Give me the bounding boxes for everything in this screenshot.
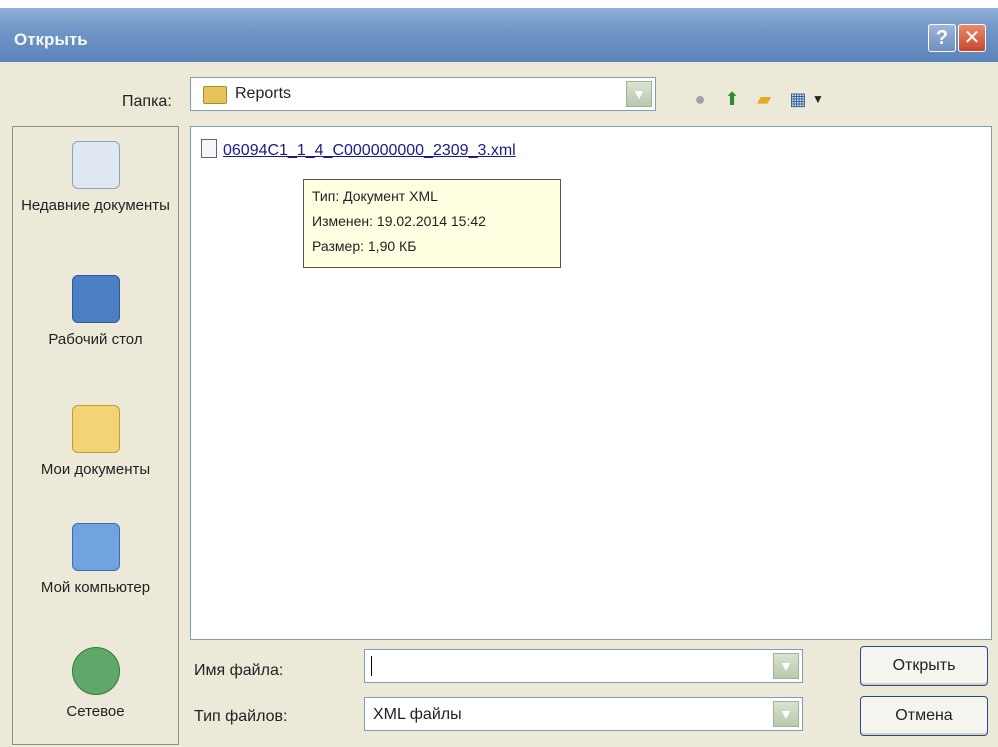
- chevron-down-icon[interactable]: ▼: [773, 701, 799, 727]
- chevron-down-icon[interactable]: ▼: [626, 81, 652, 107]
- window-title: Открыть: [14, 30, 88, 49]
- help-icon: ?: [935, 27, 949, 49]
- view-menu-dropdown-icon[interactable]: ▼: [806, 87, 830, 111]
- places-bar: Недавние документы Рабочий стол Мои доку…: [12, 126, 179, 745]
- help-button[interactable]: ?: [928, 24, 956, 52]
- new-folder-icon[interactable]: ▰: [752, 87, 776, 111]
- my-documents-icon: [71, 405, 120, 453]
- tooltip-type: Тип: Документ XML: [312, 188, 438, 204]
- text-cursor: [371, 656, 372, 676]
- place-label: Недавние документы: [21, 197, 170, 214]
- place-my-documents[interactable]: Мои документы: [13, 405, 178, 481]
- open-file-dialog: Открыть ? ✕ Папка: Reports ▼ ● ⬆ ▰ ▦ ▼ Н…: [0, 8, 998, 747]
- place-network[interactable]: Сетевое: [13, 647, 178, 723]
- filename-input[interactable]: ▼: [364, 649, 803, 683]
- network-icon: [71, 647, 120, 695]
- folder-icon: [203, 86, 227, 104]
- folder-select[interactable]: Reports ▼: [190, 77, 656, 111]
- tooltip-size: Размер: 1,90 КБ: [312, 238, 417, 254]
- filetype-select-value: XML файлы: [373, 706, 462, 723]
- my-computer-icon: [71, 523, 120, 571]
- xml-file-icon: [201, 139, 217, 158]
- tooltip-modified: Изменен: 19.02.2014 15:42: [312, 213, 486, 229]
- place-desktop[interactable]: Рабочий стол: [13, 275, 178, 351]
- place-label: Мои документы: [40, 461, 151, 478]
- cancel-button[interactable]: Отмена: [860, 696, 988, 736]
- back-icon[interactable]: ●: [688, 87, 712, 111]
- open-button[interactable]: Открыть: [860, 646, 988, 686]
- file-tooltip: Тип: Документ XML Изменен: 19.02.2014 15…: [303, 179, 561, 268]
- up-folder-icon[interactable]: ⬆: [720, 87, 744, 111]
- filetype-label: Тип файлов:: [194, 708, 288, 725]
- recent-documents-icon: [71, 141, 120, 189]
- place-my-computer[interactable]: Мой компьютер: [13, 523, 178, 599]
- close-icon: ✕: [963, 27, 981, 49]
- close-button[interactable]: ✕: [958, 24, 986, 52]
- place-recent-documents[interactable]: Недавние документы: [13, 141, 178, 217]
- place-label: Сетевое: [66, 703, 125, 720]
- place-label: Рабочий стол: [48, 331, 143, 348]
- desktop-icon: [71, 275, 120, 323]
- background-document-strip: [0, 0, 998, 8]
- file-list[interactable]: 06094C1_1_4_C000000000_2309_3.xml Тип: Д…: [190, 126, 992, 640]
- folder-select-value: Reports: [235, 85, 292, 102]
- title-bar[interactable]: Открыть ? ✕: [0, 8, 998, 62]
- chevron-down-icon[interactable]: ▼: [773, 653, 799, 679]
- place-label: Мой компьютер: [40, 579, 151, 596]
- list-item[interactable]: 06094C1_1_4_C000000000_2309_3.xml: [201, 139, 516, 160]
- filename-label: Имя файла:: [194, 662, 284, 679]
- folder-label: Папка:: [122, 93, 172, 110]
- filetype-select[interactable]: XML файлы ▼: [364, 697, 803, 731]
- file-name: 06094C1_1_4_C000000000_2309_3.xml: [223, 142, 516, 159]
